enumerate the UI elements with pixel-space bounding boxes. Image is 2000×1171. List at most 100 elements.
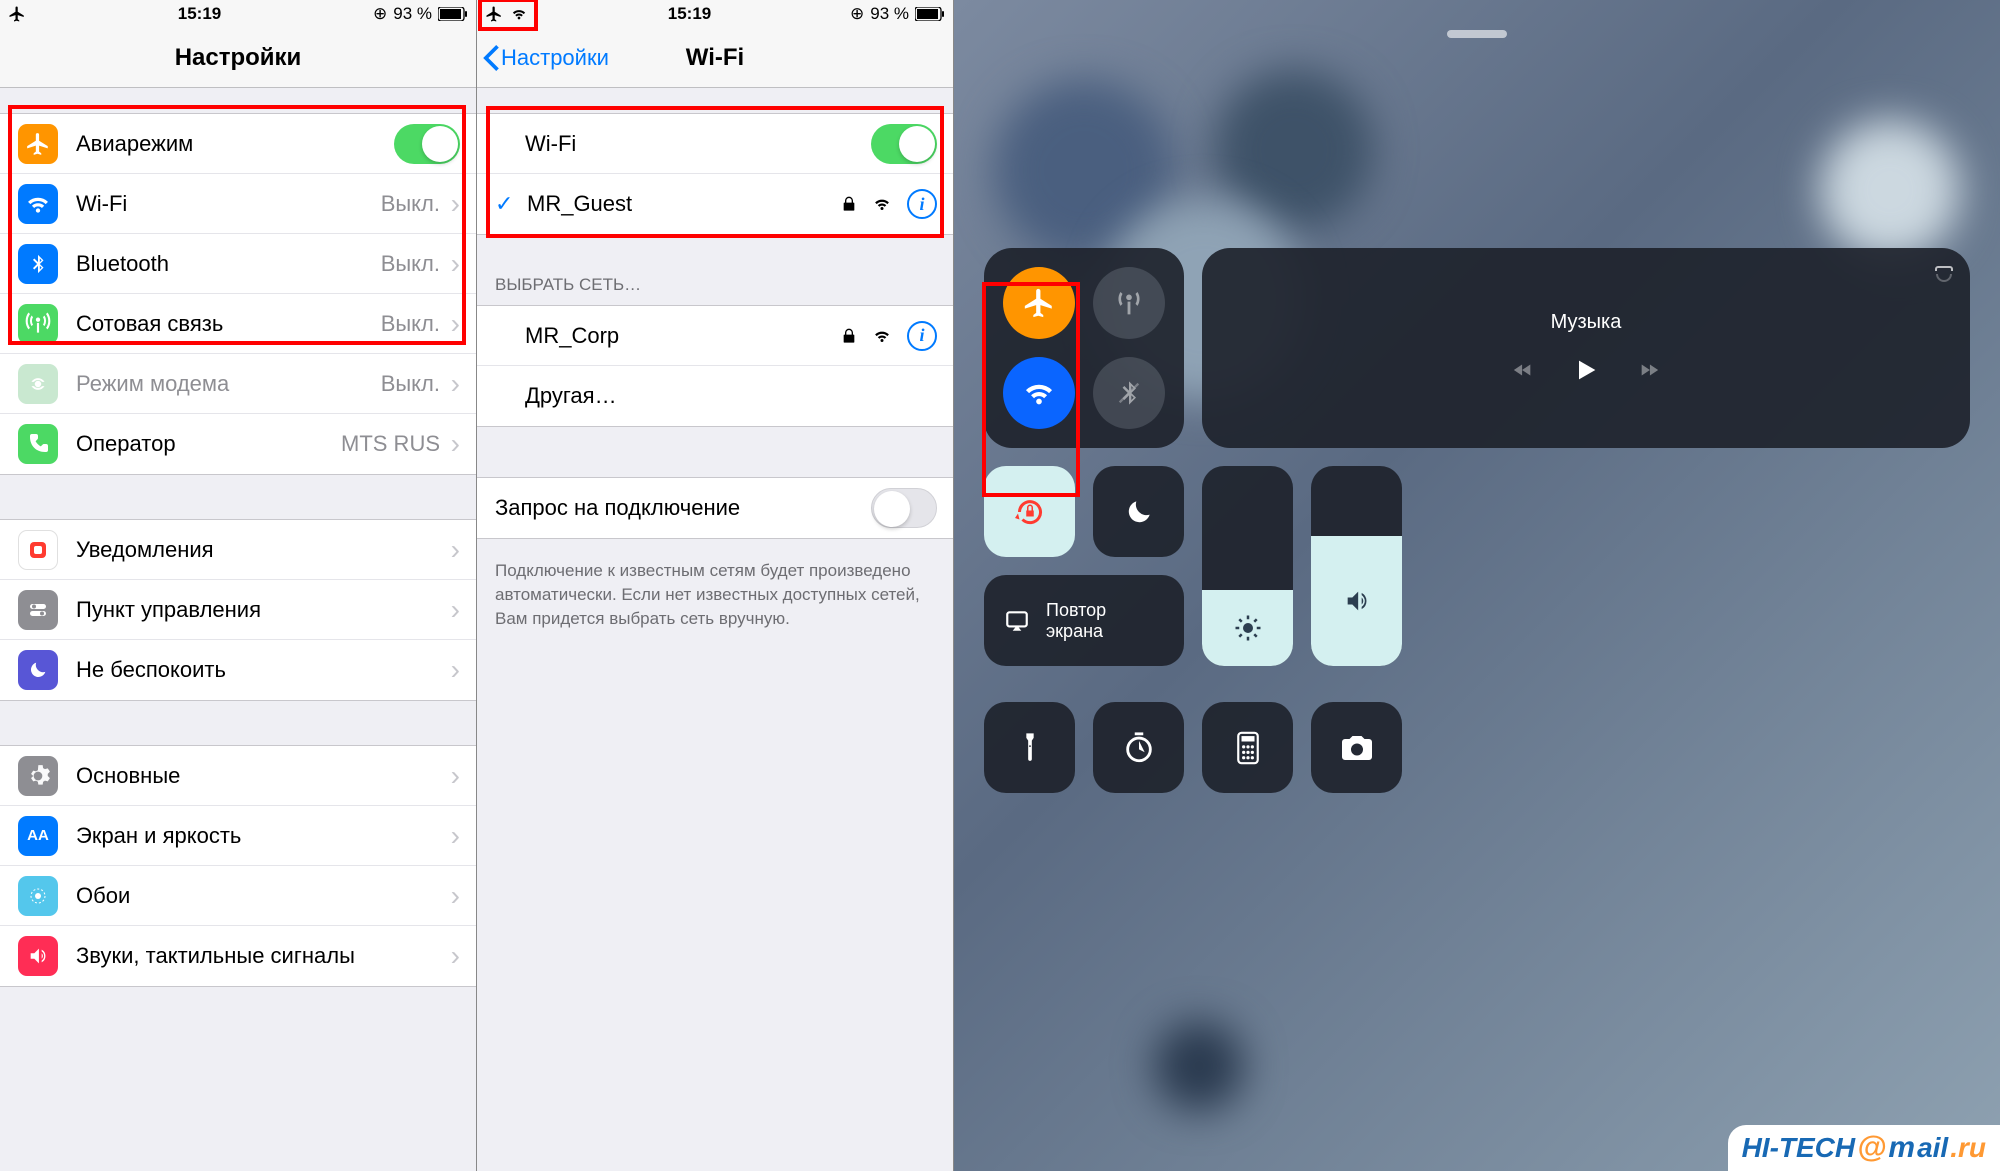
row-label: Оператор bbox=[76, 431, 176, 457]
airplane-icon bbox=[8, 5, 26, 23]
wallpaper-icon bbox=[18, 876, 58, 916]
row-label: Сотовая связь bbox=[76, 311, 223, 337]
prev-button[interactable] bbox=[1510, 359, 1536, 381]
wifi-main-group: Wi-Fi ✓ MR_Guest i bbox=[477, 113, 953, 235]
music-label: Музыка bbox=[1551, 311, 1622, 334]
cellular-toggle[interactable] bbox=[1093, 267, 1165, 339]
wallpaper-row[interactable]: Обои › bbox=[0, 866, 476, 926]
display-row[interactable]: AA Экран и яркость › bbox=[0, 806, 476, 866]
control-center-icon bbox=[18, 590, 58, 630]
alarm-icon: ⊕ bbox=[850, 4, 864, 24]
carrier-row[interactable]: Оператор MTS RUS › bbox=[0, 414, 476, 474]
status-time: 15:19 bbox=[668, 4, 711, 24]
music-widget[interactable]: Музыка bbox=[1202, 248, 1970, 448]
back-button[interactable]: Настройки bbox=[483, 45, 609, 71]
chevron-right-icon: › bbox=[446, 310, 460, 338]
wifi-icon bbox=[18, 184, 58, 224]
wifi-signal-icon bbox=[871, 327, 893, 345]
other-network-row[interactable]: Другая… bbox=[477, 366, 953, 426]
volume-slider[interactable] bbox=[1311, 466, 1402, 666]
status-time: 15:19 bbox=[178, 4, 221, 24]
moon-icon bbox=[18, 650, 58, 690]
choose-network-header: ВЫБРАТЬ СЕТЬ… bbox=[477, 265, 953, 305]
flashlight-button[interactable] bbox=[984, 702, 1075, 793]
wifi-toggle-row[interactable]: Wi-Fi bbox=[477, 114, 953, 174]
airplane-toggle[interactable] bbox=[394, 124, 460, 164]
wifi-toggle[interactable] bbox=[1003, 357, 1075, 429]
page-title: Настройки bbox=[175, 44, 302, 72]
cellular-icon bbox=[18, 304, 58, 344]
carrier-icon bbox=[18, 424, 58, 464]
hotspot-row[interactable]: Режим модема Выкл. › bbox=[0, 354, 476, 414]
lock-icon bbox=[841, 326, 857, 346]
camera-button[interactable] bbox=[1311, 702, 1402, 793]
dnd-row[interactable]: Не беспокоить › bbox=[0, 640, 476, 700]
calculator-button[interactable] bbox=[1202, 702, 1293, 793]
chevron-right-icon: › bbox=[446, 596, 460, 624]
airplay-icon[interactable] bbox=[1932, 262, 1956, 286]
info-button[interactable]: i bbox=[907, 189, 937, 219]
display-icon: AA bbox=[18, 816, 58, 856]
screen-mirroring-button[interactable]: Повтор экрана bbox=[984, 575, 1184, 666]
sounds-row[interactable]: Звуки, тактильные сигналы › bbox=[0, 926, 476, 986]
airplane-mode-toggle[interactable] bbox=[1003, 267, 1075, 339]
chevron-right-icon: › bbox=[446, 430, 460, 458]
play-button[interactable] bbox=[1572, 354, 1600, 386]
chevron-right-icon: › bbox=[446, 250, 460, 278]
dnd-toggle[interactable] bbox=[1093, 466, 1184, 557]
row-label: Основные bbox=[76, 763, 180, 789]
cellular-row[interactable]: Сотовая связь Выкл. › bbox=[0, 294, 476, 354]
row-value: Выкл. bbox=[381, 251, 446, 277]
network-name: MR_Corp bbox=[525, 323, 619, 349]
settings-group-connectivity: Авиарежим Wi-Fi Выкл. › Bluetooth Выкл. … bbox=[0, 113, 476, 475]
chevron-right-icon: › bbox=[446, 882, 460, 910]
control-center-row[interactable]: Пункт управления › bbox=[0, 580, 476, 640]
network-row[interactable]: MR_Corp i bbox=[477, 306, 953, 366]
row-label: Bluetooth bbox=[76, 251, 169, 277]
screen-mirror-icon bbox=[1002, 608, 1032, 634]
row-label: Wi-Fi bbox=[76, 191, 127, 217]
battery-icon bbox=[915, 7, 945, 21]
notifications-row[interactable]: Уведомления › bbox=[0, 520, 476, 580]
chevron-right-icon: › bbox=[446, 762, 460, 790]
grabber-handle[interactable] bbox=[1447, 30, 1507, 38]
wifi-row[interactable]: Wi-Fi Выкл. › bbox=[0, 174, 476, 234]
page-title: Wi-Fi bbox=[686, 44, 744, 72]
general-row[interactable]: Основные › bbox=[0, 746, 476, 806]
chevron-right-icon: › bbox=[446, 942, 460, 970]
ask-join-toggle[interactable] bbox=[871, 488, 937, 528]
nav-bar: Настройки bbox=[0, 28, 476, 88]
control-center-screen: Музыка bbox=[954, 0, 2000, 1171]
row-label: Пункт управления bbox=[76, 597, 261, 623]
lock-icon bbox=[841, 194, 857, 214]
row-label: Звуки, тактильные сигналы bbox=[76, 943, 355, 969]
row-label: Не беспокоить bbox=[76, 657, 226, 683]
row-label: Авиарежим bbox=[76, 131, 193, 157]
battery-icon bbox=[438, 7, 468, 21]
row-label: Обои bbox=[76, 883, 130, 909]
status-bar: 15:19 ⊕ 93 % bbox=[477, 0, 953, 28]
row-label: Wi-Fi bbox=[525, 131, 576, 157]
next-button[interactable] bbox=[1636, 359, 1662, 381]
bluetooth-row[interactable]: Bluetooth Выкл. › bbox=[0, 234, 476, 294]
connected-network-row[interactable]: ✓ MR_Guest i bbox=[477, 174, 953, 234]
row-label: Уведомления bbox=[76, 537, 214, 563]
airplane-mode-row[interactable]: Авиарежим bbox=[0, 114, 476, 174]
settings-group-notifications: Уведомления › Пункт управления › Не бесп… bbox=[0, 519, 476, 701]
sounds-icon bbox=[18, 936, 58, 976]
info-button[interactable]: i bbox=[907, 321, 937, 351]
bluetooth-icon bbox=[18, 244, 58, 284]
settings-group-general: Основные › AA Экран и яркость › Обои › З… bbox=[0, 745, 476, 987]
airplane-icon bbox=[485, 5, 503, 23]
wifi-toggle[interactable] bbox=[871, 124, 937, 164]
timer-button[interactable] bbox=[1093, 702, 1184, 793]
wifi-icon bbox=[509, 6, 529, 22]
rotation-lock-toggle[interactable] bbox=[984, 466, 1075, 557]
footer-text: Подключение к известным сетям будет прои… bbox=[477, 549, 953, 640]
ask-join-row[interactable]: Запрос на подключение bbox=[477, 478, 953, 538]
bluetooth-toggle[interactable] bbox=[1093, 357, 1165, 429]
brightness-slider[interactable] bbox=[1202, 466, 1293, 666]
row-value: Выкл. bbox=[381, 191, 446, 217]
hotspot-icon bbox=[18, 364, 58, 404]
notifications-icon bbox=[18, 530, 58, 570]
